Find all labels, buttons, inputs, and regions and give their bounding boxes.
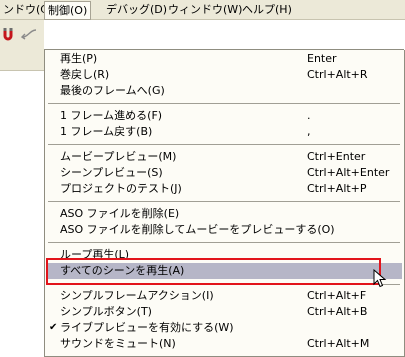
smooth-arrow-icon[interactable] <box>20 28 38 43</box>
menu-item-label: サウンドをミュート(N) <box>60 337 176 350</box>
menu-item-label: ASO ファイルを削除(E) <box>60 207 180 220</box>
menu-item-test-scene[interactable]: シーンプレビュー(S) Ctrl+Alt+Enter <box>46 165 402 181</box>
menu-item-mute-sounds[interactable]: サウンドをミュート(N) Ctrl+Alt+M <box>46 336 402 352</box>
menu-item-label: ライブプレビューを有効にする(W) <box>60 321 234 334</box>
menubar-control[interactable]: 制御(O) <box>44 1 92 20</box>
menu-item-delete-aso-and-test[interactable]: ASO ファイルを削除してムービーをプレビューする(O) <box>46 222 402 238</box>
menu-item-shortcut: Ctrl+Alt+M <box>307 337 370 350</box>
menu-item-play[interactable]: 再生(P) Enter <box>46 51 402 67</box>
menu-item-test-project[interactable]: プロジェクトのテスト(J) Ctrl+Alt+P <box>46 181 402 197</box>
menu-item-delete-aso[interactable]: ASO ファイルを削除(E) <box>46 206 402 222</box>
menu-separator <box>48 201 400 202</box>
menu-item-shortcut: Enter <box>307 52 337 65</box>
toolbar <box>0 20 44 71</box>
menubar-debug[interactable]: デバッグ(D) <box>103 2 170 17</box>
menu-separator <box>48 103 400 104</box>
menu-item-shortcut: Ctrl+Alt+F <box>307 289 367 302</box>
mouse-pointer-icon <box>373 268 387 292</box>
menu-item-simple-buttons[interactable]: シンプルボタン(T) Ctrl+Alt+B <box>46 304 402 320</box>
menu-item-shortcut: . <box>307 109 311 122</box>
menu-item-label: プロジェクトのテスト(J) <box>60 182 182 195</box>
menu-item-label: 最後のフレームへ(G) <box>60 84 165 97</box>
menu-item-shortcut: Ctrl+Alt+R <box>307 68 368 81</box>
menu-item-label: 巻戻し(R) <box>60 68 110 81</box>
menu-item-rewind[interactable]: 巻戻し(R) Ctrl+Alt+R <box>46 67 402 83</box>
menubar-window[interactable]: ウィンドウ(W) <box>165 2 245 17</box>
menu-item-shortcut: Ctrl+Alt+P <box>307 182 367 195</box>
menu-item-label: ASO ファイルを削除してムービーをプレビューする(O) <box>60 223 335 236</box>
menu-item-step-backward[interactable]: 1 フレーム戻す(B) , <box>46 124 402 140</box>
menu-item-shortcut: Ctrl+Alt+B <box>307 305 368 318</box>
menu-item-go-to-end[interactable]: 最後のフレームへ(G) <box>46 83 402 99</box>
menu-item-shortcut: , <box>307 125 311 138</box>
menu-item-label: 1 フレーム進める(F) <box>60 109 163 122</box>
highlight-annotation-box <box>46 258 381 285</box>
menu-item-test-movie[interactable]: ムービープレビュー(M) Ctrl+Enter <box>46 149 402 165</box>
menu-item-label: シーンプレビュー(S) <box>60 166 163 179</box>
menu-item-step-forward[interactable]: 1 フレーム進める(F) . <box>46 108 402 124</box>
menu-item-label: シンプルボタン(T) <box>60 305 152 318</box>
control-menu-dropdown: 再生(P) Enter 巻戻し(R) Ctrl+Alt+R 最後のフレームへ(G… <box>44 50 405 357</box>
menu-item-label: ムービープレビュー(M) <box>60 150 177 163</box>
menu-separator <box>48 144 400 145</box>
menu-bar: ンドウ(C) 制御(O) デバッグ(D) ウィンドウ(W) ヘルプ(H) <box>0 0 405 20</box>
stage-area <box>0 71 44 356</box>
menu-separator <box>48 242 400 243</box>
checkmark-icon: ✔ <box>49 322 58 333</box>
menu-item-label: シンプルフレームアクション(I) <box>60 289 214 302</box>
menu-item-label: 1 フレーム戻す(B) <box>60 125 153 138</box>
snap-magnet-icon[interactable] <box>2 26 14 45</box>
menu-item-shortcut: Ctrl+Alt+Enter <box>307 166 390 179</box>
menu-item-label: 再生(P) <box>60 52 98 65</box>
menubar-help[interactable]: ヘルプ(H) <box>239 2 295 17</box>
menu-item-simple-frame-actions[interactable]: シンプルフレームアクション(I) Ctrl+Alt+F <box>46 288 402 304</box>
menu-item-shortcut: Ctrl+Enter <box>307 150 366 163</box>
menu-item-enable-live-preview[interactable]: ✔ ライブプレビューを有効にする(W) <box>46 320 402 336</box>
